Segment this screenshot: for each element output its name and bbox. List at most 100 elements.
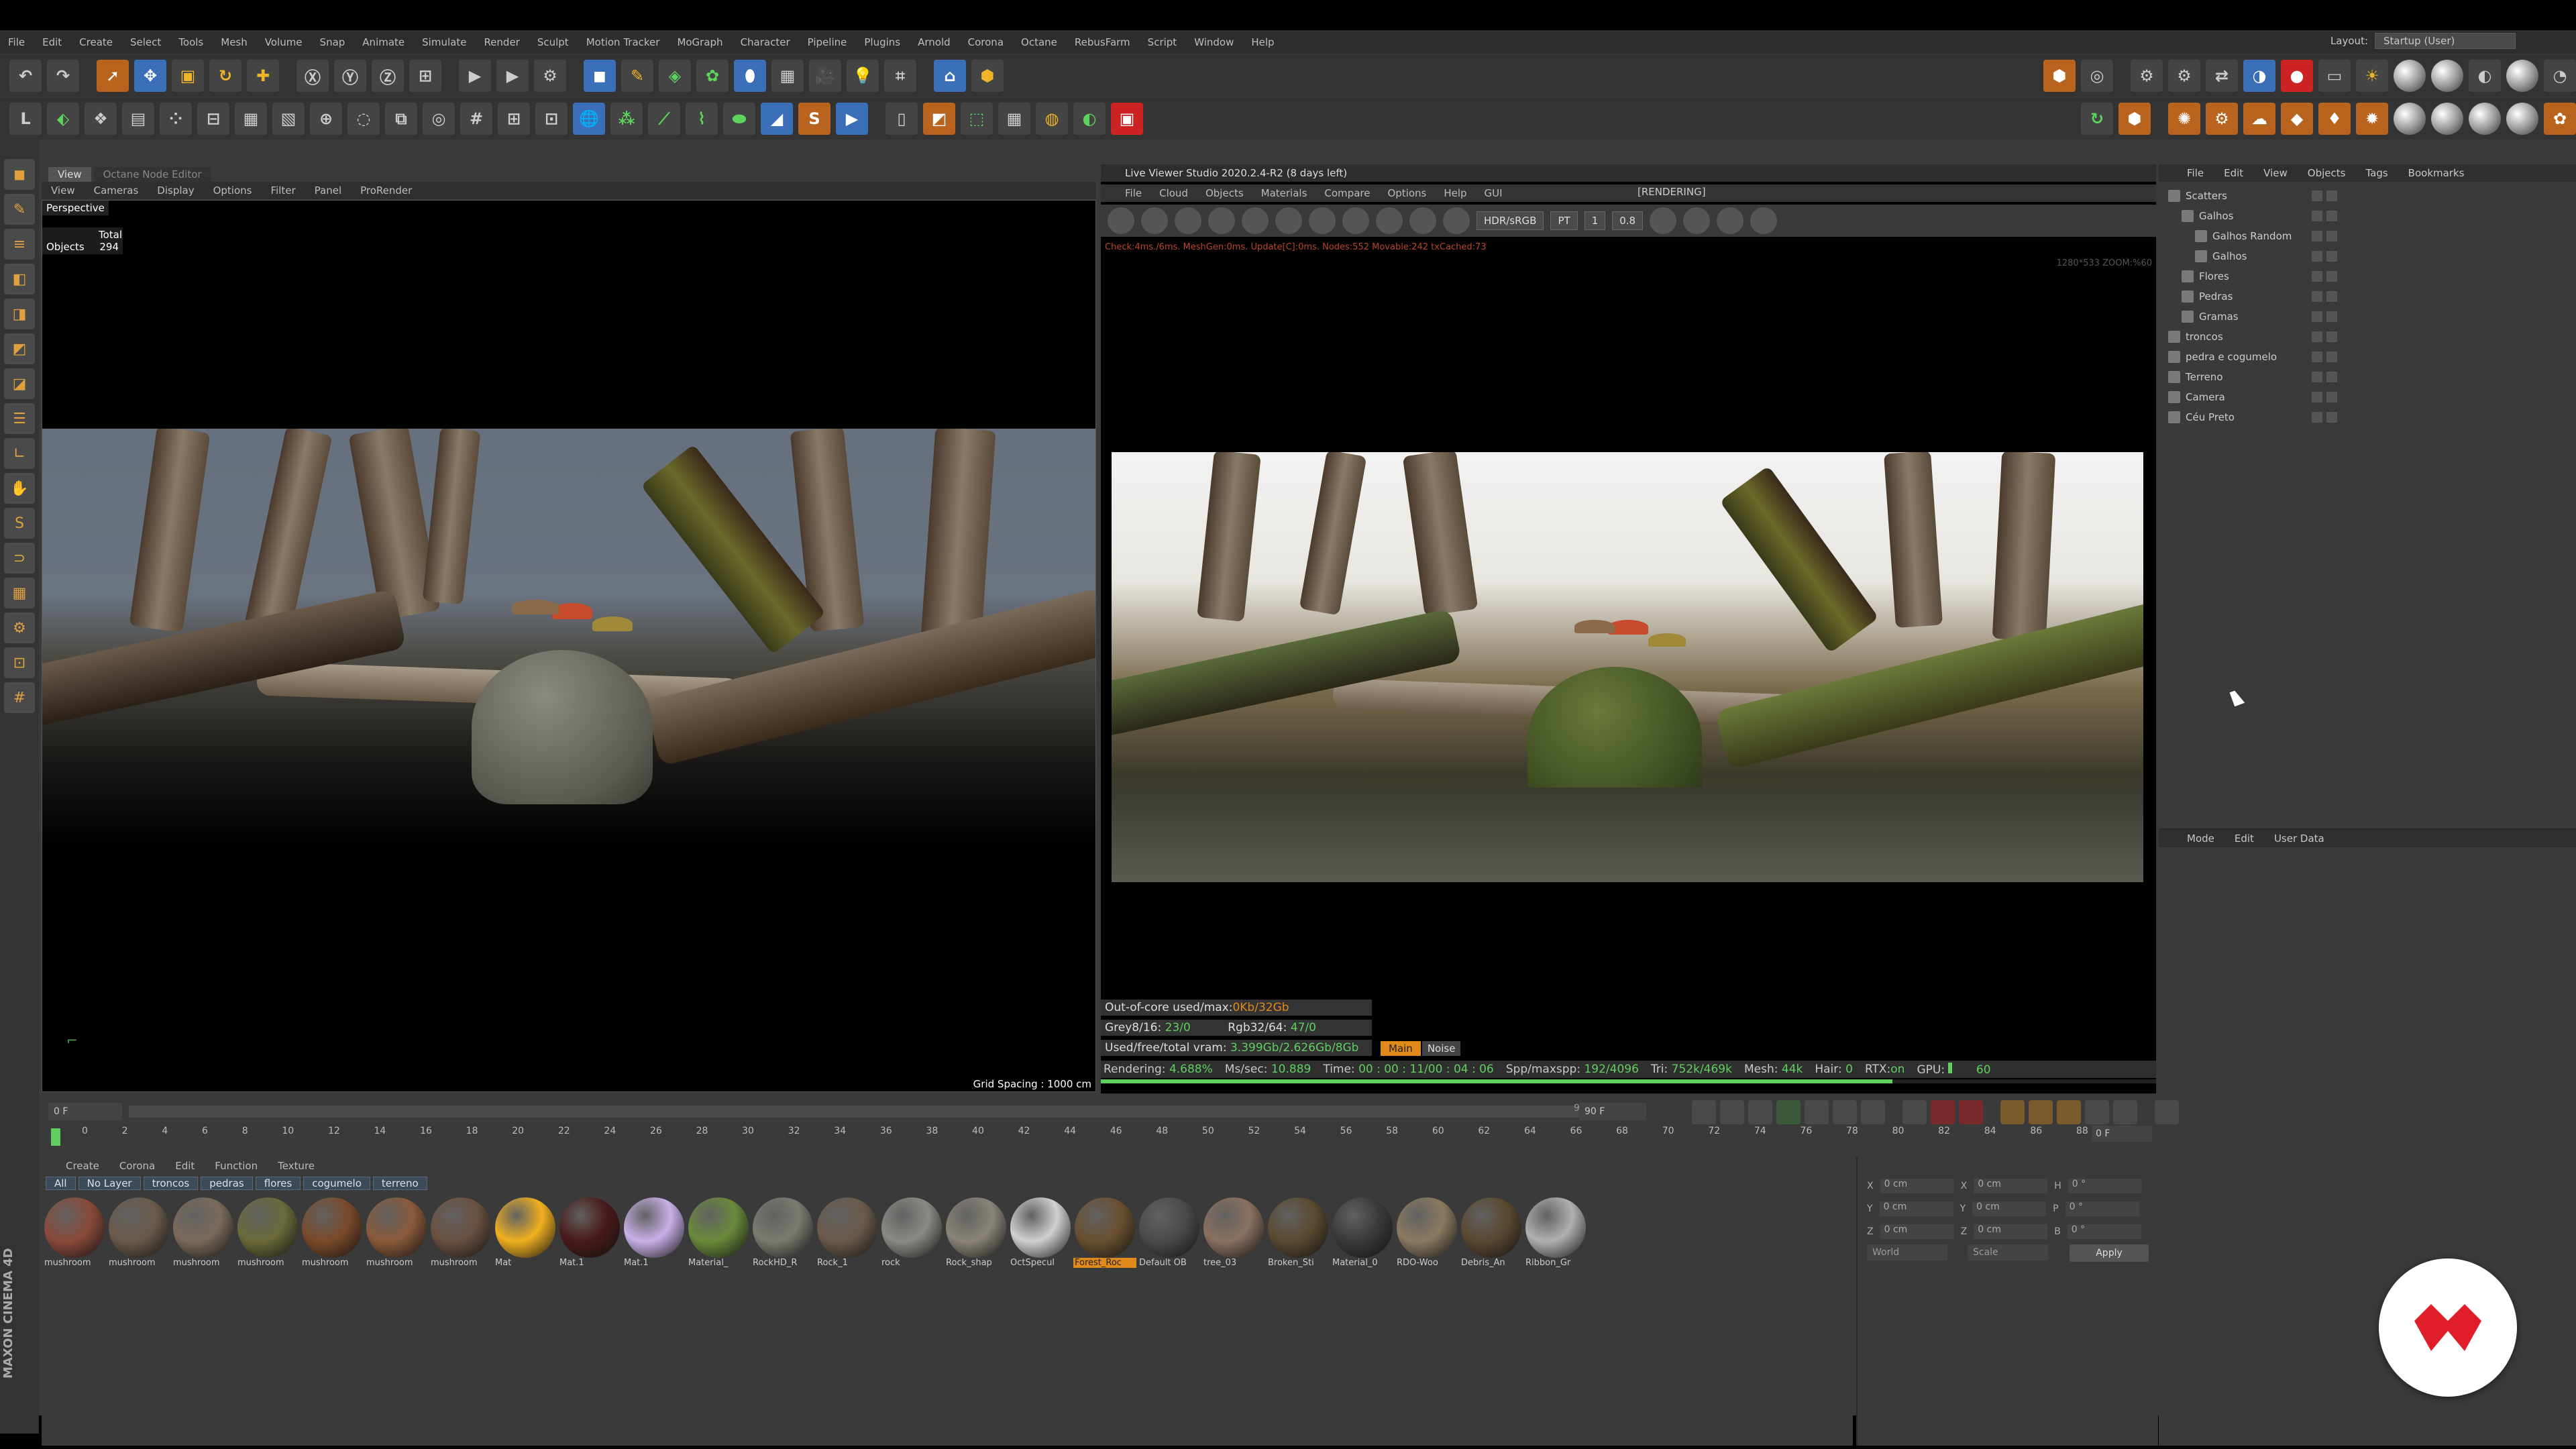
- tool-corner-icon[interactable]: ∟: [4, 438, 35, 469]
- material-swatch[interactable]: Rock_1: [816, 1197, 879, 1268]
- rotate-tool-icon[interactable]: ↻: [209, 60, 241, 92]
- mat-menu-function[interactable]: Function: [215, 1160, 258, 1172]
- timeline-menu-icon[interactable]: [2155, 1100, 2179, 1124]
- forward-plugin-icon[interactable]: ▶: [836, 103, 868, 135]
- render-picture-viewer-icon[interactable]: ▶: [496, 60, 529, 92]
- lv-focus-icon[interactable]: [1376, 207, 1403, 234]
- lv-menu-help[interactable]: Help: [1444, 187, 1466, 199]
- lv-dot-icon[interactable]: [1650, 207, 1677, 234]
- obj-menu-file[interactable]: File: [2187, 167, 2204, 179]
- hair-icon[interactable]: ⌇: [686, 103, 718, 135]
- undo-icon[interactable]: ↶: [9, 60, 42, 92]
- object-row[interactable]: Scatters: [2159, 186, 2576, 206]
- current-frame-field[interactable]: 0 F: [2092, 1126, 2152, 1142]
- visibility-flag-icon[interactable]: [2312, 372, 2322, 382]
- object-row[interactable]: Céu Preto: [2159, 407, 2576, 427]
- next-frame-icon[interactable]: [1805, 1100, 1829, 1124]
- grass-icon[interactable]: ⟋: [648, 103, 680, 135]
- lv-menu-options[interactable]: Options: [1387, 187, 1426, 199]
- timeline-ruler[interactable]: 0 2 4 6 8 10 12 14 16 18 20 22 24 26 28 30 32 34 36 38 40 42 4…: [82, 1126, 2135, 1146]
- lv-camera-icon[interactable]: [1717, 207, 1744, 234]
- menu-corona[interactable]: Corona: [968, 36, 1004, 48]
- material-swatch[interactable]: rock: [880, 1197, 943, 1268]
- record-keys-icon[interactable]: [1902, 1100, 1927, 1124]
- layout-single-icon[interactable]: ▯: [885, 103, 918, 135]
- y-axis-lock-icon[interactable]: Ⓨ: [334, 60, 366, 92]
- menu-arnold[interactable]: Arnold: [918, 36, 951, 48]
- tool-lock-icon[interactable]: ⊡: [4, 647, 35, 678]
- tool-box3-icon[interactable]: ◩: [4, 333, 35, 364]
- lv-settings-icon[interactable]: [1108, 207, 1134, 234]
- viewport-menu-display[interactable]: Display: [157, 184, 194, 197]
- size-mode-dropdown[interactable]: Scale: [1968, 1244, 2048, 1260]
- menu-motion-tracker[interactable]: Motion Tracker: [586, 36, 660, 48]
- mat-menu-create[interactable]: Create: [66, 1160, 99, 1172]
- lv-region-icon[interactable]: [1208, 207, 1235, 234]
- menu-window[interactable]: Window: [1194, 36, 1234, 48]
- visibility-flag-icon[interactable]: [2312, 331, 2322, 342]
- lv-pause-icon[interactable]: [1175, 207, 1201, 234]
- scatter-icon[interactable]: ⁂: [610, 103, 643, 135]
- z-axis-lock-icon[interactable]: Ⓩ: [372, 60, 404, 92]
- timeline-slider[interactable]: [129, 1106, 1645, 1118]
- coord-value-field[interactable]: 0 cm: [1879, 1201, 1953, 1216]
- play-icon[interactable]: [1776, 1100, 1801, 1124]
- material-swatch[interactable]: Broken_Sti: [1267, 1197, 1330, 1268]
- enable-flag-icon[interactable]: [2326, 352, 2337, 362]
- menu-script[interactable]: Script: [1148, 36, 1177, 48]
- menu-pipeline[interactable]: Pipeline: [808, 36, 847, 48]
- tool-hand-icon[interactable]: ✋: [4, 473, 35, 504]
- layout-circle-icon[interactable]: ◐: [1073, 103, 1106, 135]
- octane-tools-icon[interactable]: ⬢: [2118, 103, 2151, 135]
- house-icon[interactable]: ⌂: [934, 60, 966, 92]
- layer-tab[interactable]: flores: [255, 1177, 301, 1190]
- main-pass-button[interactable]: Main: [1381, 1041, 1421, 1056]
- menu-character[interactable]: Character: [741, 36, 790, 48]
- material-swatch[interactable]: mushroom: [43, 1197, 106, 1268]
- lv-value1-field[interactable]: 1: [1584, 211, 1606, 230]
- material-swatch[interactable]: mushroom: [236, 1197, 299, 1268]
- layer-tab[interactable]: No Layer: [78, 1177, 141, 1190]
- render-view-icon[interactable]: ▶: [459, 60, 491, 92]
- octane-target-icon[interactable]: ◎: [2081, 60, 2113, 92]
- color-space-dropdown[interactable]: HDR/sRGB: [1477, 211, 1544, 230]
- material-swatch[interactable]: mushroom: [172, 1197, 235, 1268]
- menu-file[interactable]: File: [8, 36, 25, 48]
- material-sphere-3-icon[interactable]: [2506, 60, 2538, 92]
- grid-snap-icon[interactable]: #: [460, 103, 492, 135]
- layout-record-icon[interactable]: ▣: [1111, 103, 1143, 135]
- tool-s-icon[interactable]: S: [4, 508, 35, 539]
- prev-key-icon[interactable]: [1720, 1100, 1744, 1124]
- layout-snap-icon[interactable]: ⬚: [961, 103, 993, 135]
- globe-icon[interactable]: 🌐: [573, 103, 605, 135]
- visibility-flag-icon[interactable]: [2312, 191, 2322, 201]
- key-position-icon[interactable]: [2000, 1100, 2025, 1124]
- points-mode-icon[interactable]: ⁘: [160, 103, 192, 135]
- enable-flag-icon[interactable]: [2326, 251, 2337, 262]
- layer-tab[interactable]: troncos: [143, 1177, 199, 1190]
- tool-layers-icon[interactable]: ≡: [4, 229, 35, 260]
- menu-mesh[interactable]: Mesh: [221, 36, 248, 48]
- viewport-menu-filter[interactable]: Filter: [270, 184, 295, 197]
- tool-box1-icon[interactable]: ◧: [4, 264, 35, 294]
- menu-volume[interactable]: Volume: [265, 36, 303, 48]
- enable-flag-icon[interactable]: [2326, 331, 2337, 342]
- octane-shapes-icon[interactable]: ◆: [2281, 103, 2313, 135]
- octane-final-icon[interactable]: ✿: [2544, 103, 2576, 135]
- water-icon[interactable]: ◢: [761, 103, 793, 135]
- material-swatch[interactable]: Mat.1: [558, 1197, 621, 1268]
- scale-tool-icon[interactable]: ▣: [172, 60, 204, 92]
- menu-simulate[interactable]: Simulate: [422, 36, 466, 48]
- coord-value-field[interactable]: 0 cm: [1974, 1224, 2048, 1239]
- live-selection-icon[interactable]: ➚: [97, 60, 129, 92]
- visibility-flag-icon[interactable]: [2312, 231, 2322, 241]
- visibility-flag-icon[interactable]: [2312, 392, 2322, 402]
- layer-tab[interactable]: pedras: [201, 1177, 253, 1190]
- tool-magnet-icon[interactable]: ⊃: [4, 543, 35, 574]
- octane-end-icon[interactable]: ◔: [2544, 60, 2576, 92]
- material-swatch[interactable]: Debris_An: [1460, 1197, 1523, 1268]
- viewport-menu-prorender[interactable]: ProRender: [360, 184, 412, 197]
- key-rotation-icon[interactable]: [2057, 1100, 2081, 1124]
- workplane-icon[interactable]: ▤: [122, 103, 154, 135]
- menu-rebusfarm[interactable]: RebusFarm: [1075, 36, 1130, 48]
